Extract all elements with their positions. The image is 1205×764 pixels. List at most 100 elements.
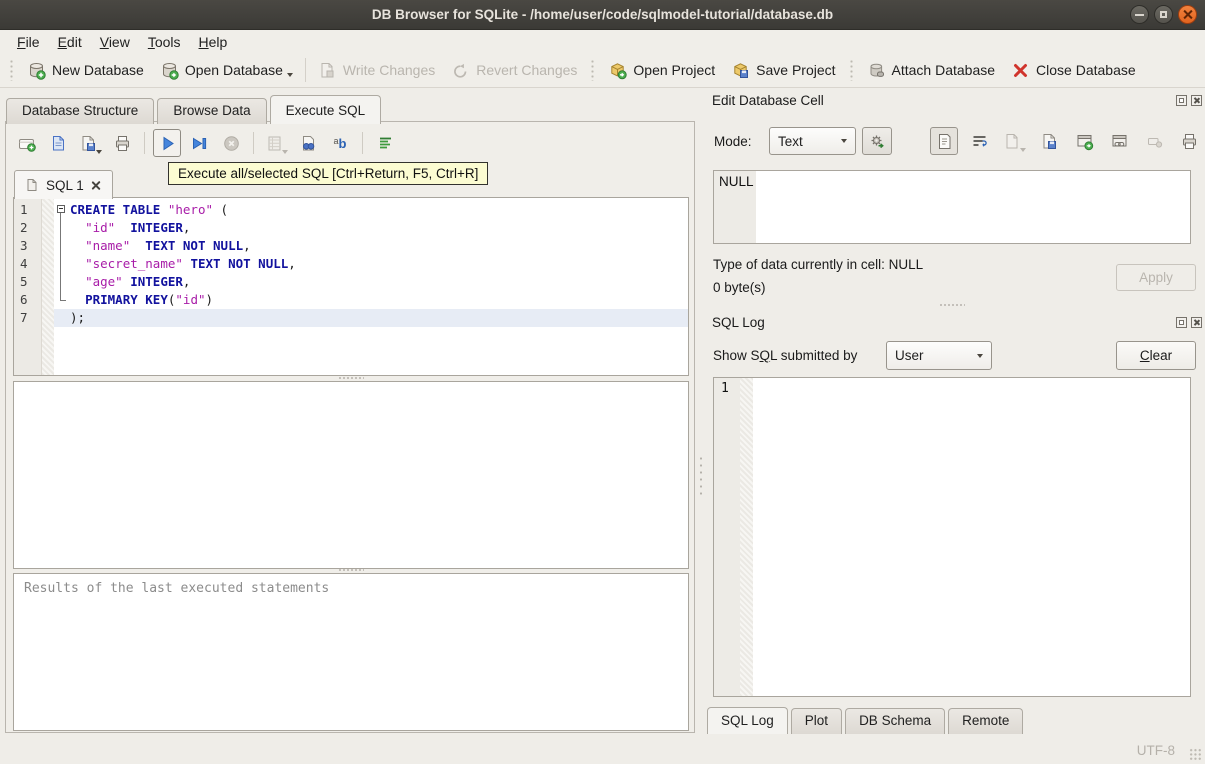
open-database-icon (160, 61, 179, 80)
save-sql-file-button[interactable] (76, 129, 104, 157)
execute-line-icon (190, 134, 209, 153)
open-sql-file-button[interactable] (44, 129, 72, 157)
vertical-splitter[interactable] (699, 455, 703, 497)
text-mode-button[interactable] (930, 127, 958, 155)
title-bar: DB Browser for SQLite - /home/user/code/… (0, 0, 1205, 30)
apply-button[interactable]: Apply (1116, 264, 1196, 291)
print-cell-button[interactable] (1175, 127, 1203, 155)
export-results-button[interactable] (262, 129, 290, 157)
attach-database-button[interactable]: Attach Database (859, 58, 1004, 83)
sql-editor-tab-label: SQL 1 (46, 177, 84, 193)
sql-source-select[interactable]: User (886, 341, 992, 370)
save-cell-as-button[interactable] (1035, 127, 1063, 155)
mode-select[interactable]: Text (769, 127, 856, 155)
code-line[interactable]: 6 PRIMARY KEY("id") (14, 291, 688, 309)
float-panel-icon[interactable] (1176, 95, 1187, 106)
set-null-button[interactable] (1140, 127, 1168, 155)
menu-help[interactable]: Help (190, 32, 237, 52)
close-button[interactable] (1178, 5, 1197, 24)
revert-changes-label: Revert Changes (476, 62, 578, 78)
sql-code-editor[interactable]: 1 CREATE TABLE "hero" (2 "id" INTEGER, 3 "… (13, 197, 689, 376)
chevron-down-icon (841, 139, 847, 143)
tab-database-structure[interactable]: Database Structure (6, 98, 155, 124)
new-sql-tab-button[interactable] (12, 129, 40, 157)
close-database-icon (1011, 61, 1030, 80)
mode-label: Mode: (714, 134, 752, 149)
close-panel-icon[interactable] (1191, 317, 1202, 328)
sql-log-view[interactable]: 1 (713, 377, 1191, 697)
open-database-button[interactable]: Open Database (152, 58, 301, 83)
print-sql-button[interactable] (108, 129, 136, 157)
code-line[interactable]: 4 "secret_name" TEXT NOT NULL, (14, 255, 688, 273)
format-indent-button[interactable] (371, 129, 399, 157)
horizontal-splitter[interactable] (338, 568, 364, 572)
import-cell-button[interactable] (1000, 127, 1028, 155)
open-project-button[interactable]: Open Project (600, 58, 723, 83)
code-line[interactable]: 1 CREATE TABLE "hero" ( (14, 201, 688, 219)
save-project-button[interactable]: Save Project (723, 58, 843, 83)
maximize-button[interactable] (1154, 5, 1173, 24)
edit-cell-header-buttons (1176, 95, 1202, 106)
show-sql-label-suffix: L submitted by (770, 348, 858, 363)
close-tab-icon[interactable] (91, 180, 102, 191)
execution-status-area[interactable]: Results of the last executed statements (13, 573, 689, 731)
export-cell-button[interactable] (1070, 127, 1098, 155)
open-database-dropdown-icon[interactable] (286, 72, 293, 77)
chevron-down-icon (977, 353, 983, 358)
toolbar-drag-handle[interactable] (590, 59, 596, 81)
toolbar-drag-handle[interactable] (9, 59, 14, 81)
code-line[interactable]: 7); (14, 309, 688, 327)
cell-value-editor[interactable]: NULL (713, 170, 1191, 244)
dock-tab-db-schema[interactable]: DB Schema (845, 708, 946, 734)
menu-view[interactable]: View (91, 32, 139, 52)
maximize-icon (1160, 11, 1167, 18)
open-in-app-button[interactable] (1105, 127, 1133, 155)
fold-toggle-icon[interactable] (54, 201, 70, 219)
execute-line-button[interactable] (185, 129, 213, 157)
fold-margin (42, 291, 54, 309)
toolbar-drag-handle[interactable] (848, 59, 854, 81)
tab-browse-data[interactable]: Browse Data (157, 98, 267, 124)
import-dropdown-icon[interactable] (1019, 148, 1026, 152)
dock-tab-remote[interactable]: Remote (948, 708, 1024, 734)
line-number: 6 (20, 292, 28, 307)
write-changes-button[interactable]: Write Changes (310, 58, 443, 83)
menu-file[interactable]: File (8, 32, 49, 52)
word-wrap-button[interactable] (965, 127, 993, 155)
new-database-button[interactable]: New Database (19, 58, 152, 83)
apply-button-label: Apply (1139, 270, 1173, 285)
sql-source-select-value: User (895, 348, 924, 363)
close-panel-icon[interactable] (1191, 95, 1202, 106)
print-icon (113, 134, 132, 153)
execute-all-button[interactable] (153, 129, 181, 157)
save-sql-dropdown-icon[interactable] (95, 150, 102, 154)
revert-changes-button[interactable]: Revert Changes (443, 58, 585, 83)
print-icon (1180, 132, 1199, 151)
query-results-grid[interactable] (13, 381, 689, 569)
attach-database-icon (867, 61, 886, 80)
close-database-button[interactable]: Close Database (1003, 58, 1144, 83)
minimize-button[interactable] (1130, 5, 1149, 24)
code-line[interactable]: 3 "name" TEXT NOT NULL, (14, 237, 688, 255)
clear-log-button[interactable]: Clear (1116, 341, 1196, 370)
find-replace-button[interactable] (294, 129, 322, 157)
dock-splitter[interactable] (939, 303, 965, 307)
code-line[interactable]: 2 "id" INTEGER, (14, 219, 688, 237)
code-line[interactable]: 5 "age" INTEGER, (14, 273, 688, 291)
tab-execute-sql[interactable]: Execute SQL (269, 95, 382, 124)
dock-tab-plot[interactable]: Plot (790, 708, 843, 734)
text-options-button[interactable]: ab (326, 129, 354, 157)
auto-switch-mode-button[interactable] (862, 127, 892, 155)
horizontal-splitter[interactable] (338, 376, 364, 380)
menu-edit[interactable]: Edit (49, 32, 91, 52)
dock-tab-sql-log[interactable]: SQL Log (707, 707, 788, 734)
sql-editor-tab[interactable]: SQL 1 (14, 170, 113, 199)
resize-grip-icon[interactable] (1189, 748, 1202, 761)
stop-execution-button[interactable] (217, 129, 245, 157)
export-results-dropdown-icon[interactable] (281, 150, 288, 154)
menu-tools[interactable]: Tools (139, 32, 190, 52)
fold-margin (42, 201, 54, 219)
float-panel-icon[interactable] (1176, 317, 1187, 328)
menu-bar: File Edit View Tools Help (0, 30, 1205, 53)
execute-tooltip: Execute all/selected SQL [Ctrl+Return, F… (168, 162, 489, 185)
